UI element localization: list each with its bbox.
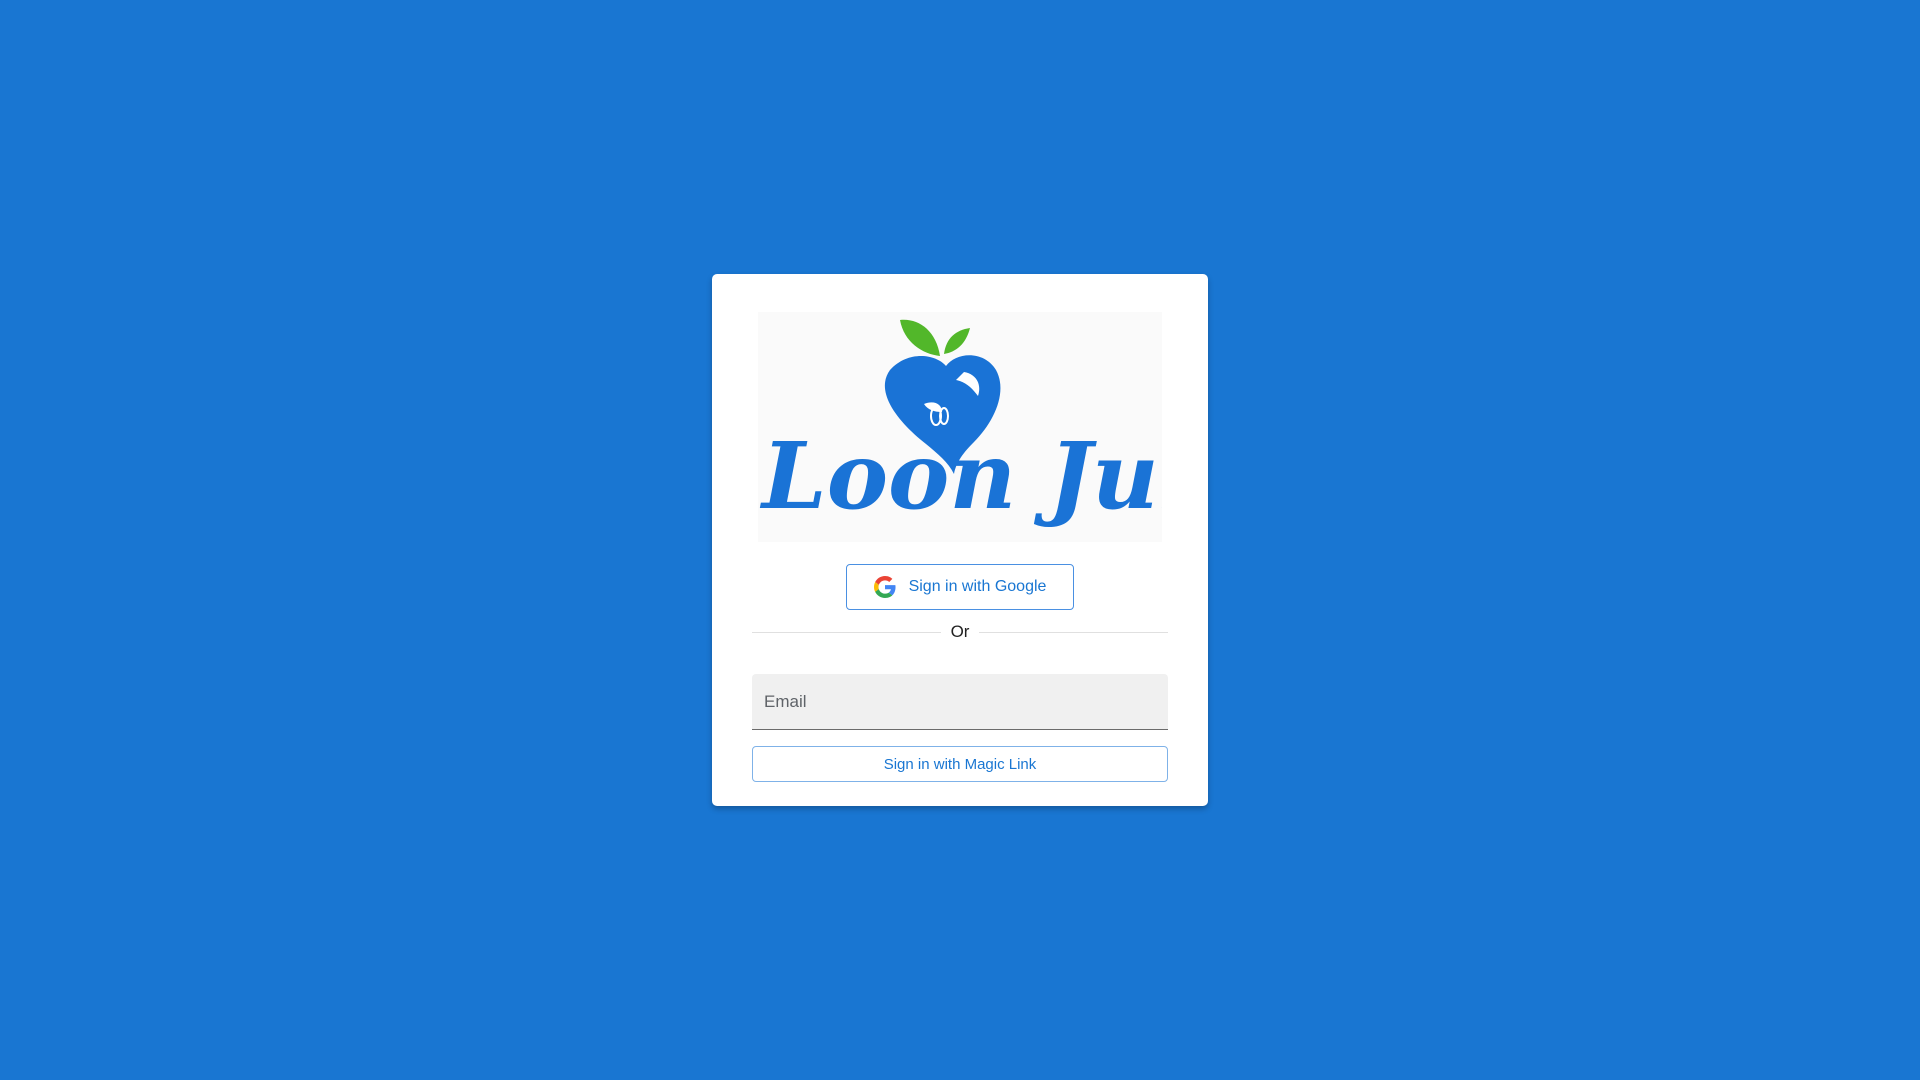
- email-field: [752, 674, 1168, 730]
- email-input[interactable]: [752, 674, 1168, 729]
- or-divider: Or: [752, 620, 1169, 644]
- divider-text: Or: [950, 622, 970, 641]
- login-card: Loon Juice Sign in with Google Or Sign i…: [712, 274, 1208, 806]
- google-g-icon: [873, 576, 896, 598]
- divider-line-right: [979, 631, 1169, 633]
- sign-in-google-button[interactable]: Sign in with Google: [846, 564, 1074, 610]
- magic-link-label: Sign in with Magic Link: [883, 755, 1037, 773]
- sign-in-magic-link-button[interactable]: Sign in with Magic Link: [752, 746, 1168, 782]
- sign-in-google-label: Sign in with Google: [908, 578, 1047, 595]
- svg-text:Loon Juice: Loon Juice: [759, 422, 1162, 530]
- divider-line-left: [752, 631, 941, 633]
- apple-logo-icon: Loon Juice: [759, 319, 1162, 530]
- brand-logo: Loon Juice: [758, 312, 1162, 542]
